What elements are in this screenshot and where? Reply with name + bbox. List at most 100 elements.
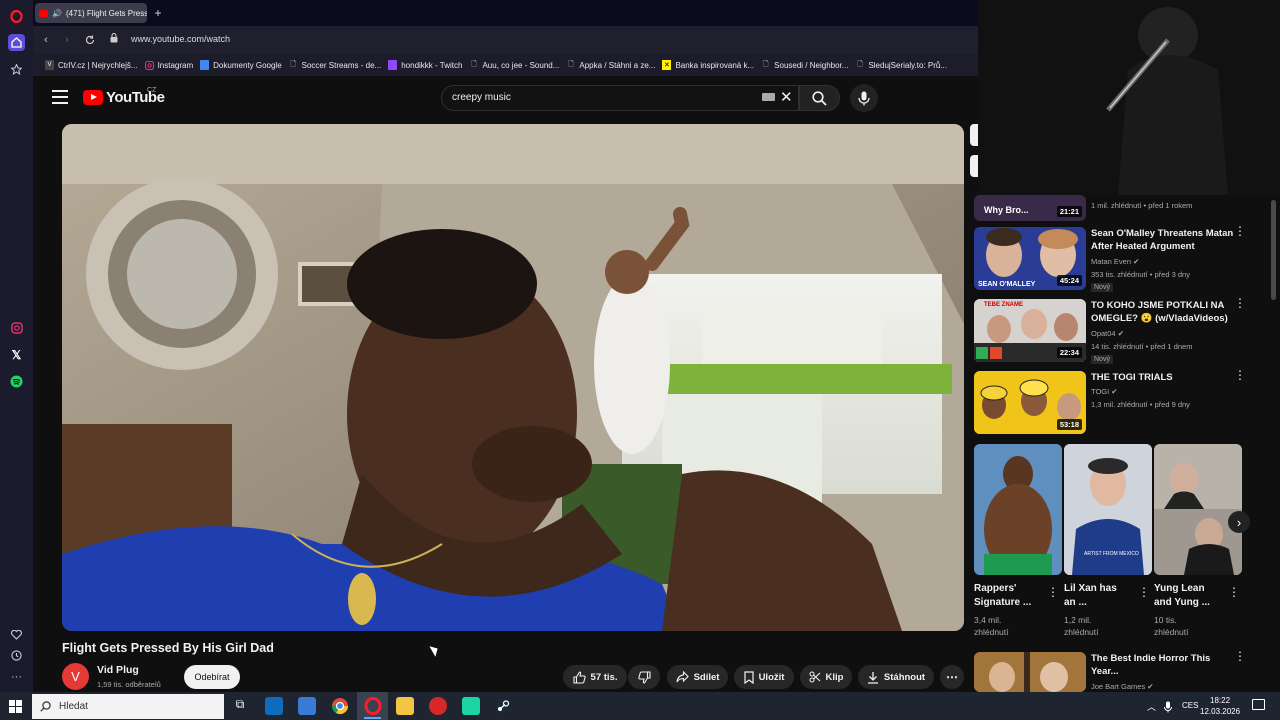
- short-title[interactable]: Yung Lean and Yung ...: [1154, 582, 1210, 610]
- input-language[interactable]: CES: [1182, 701, 1198, 710]
- forward-icon[interactable]: ›: [60, 32, 74, 48]
- video-title[interactable]: Sean O'Malley Threatens Matan After Heate…: [1091, 227, 1233, 253]
- home-icon[interactable]: [8, 34, 25, 51]
- store-icon[interactable]: [298, 697, 316, 715]
- download-button[interactable]: Stáhnout: [858, 665, 934, 689]
- bookmark-item[interactable]: ✕ Banka inspirovaná k...: [662, 60, 754, 70]
- windows-start-icon[interactable]: [9, 700, 22, 718]
- video-thumbnail[interactable]: [974, 652, 1086, 692]
- more-options-icon[interactable]: ⋮: [1234, 225, 1246, 237]
- spotify-icon[interactable]: [8, 373, 25, 390]
- steam-icon[interactable]: [494, 697, 512, 715]
- thumbnail-text: SEAN O'MALLEY: [978, 281, 1036, 288]
- video-thumbnail[interactable]: TEBE ZNAME 22:34: [974, 299, 1086, 362]
- channel-name[interactable]: Vid Plug: [97, 664, 139, 676]
- thumbs-down-icon: [637, 670, 651, 684]
- more-options-icon[interactable]: ⋮: [1234, 369, 1246, 381]
- subscribe-button[interactable]: Odebírat: [184, 665, 240, 689]
- channel-avatar[interactable]: V: [62, 663, 89, 690]
- bookmark-item[interactable]: Instagram: [144, 60, 193, 70]
- bookmark-item[interactable]: 🗋 SledujSerialy.to: Prů...: [855, 60, 947, 70]
- bookmark-item[interactable]: 🗋 Soccer Streams - de...: [289, 60, 381, 70]
- pinboard-icon[interactable]: [8, 61, 25, 78]
- channel-name[interactable]: Matan Even ✔: [1091, 255, 1139, 268]
- channel-name[interactable]: Opat04 ✔: [1091, 327, 1124, 340]
- clear-search-icon[interactable]: ✕: [780, 88, 793, 106]
- picture-in-picture-window[interactable]: [978, 0, 1280, 195]
- more-options-icon[interactable]: ⋮: [1228, 586, 1240, 598]
- task-view-icon[interactable]: ⧉: [231, 697, 249, 715]
- more-options-icon[interactable]: ⋮: [1138, 586, 1150, 598]
- video-title[interactable]: The Best Indie Horror This Year...: [1091, 652, 1210, 678]
- clock[interactable]: 18:22 12.03.2026: [1200, 695, 1240, 717]
- notifications-icon[interactable]: [1252, 699, 1265, 710]
- search-button[interactable]: [799, 85, 840, 111]
- file-explorer-icon[interactable]: [396, 697, 414, 715]
- clip-button[interactable]: Klip: [800, 665, 852, 689]
- url-field[interactable]: www.youtube.com/watch: [131, 34, 230, 44]
- video-duration: 21:21: [1056, 206, 1082, 217]
- bookmark-item[interactable]: 🗋 Appka / Stáhni a ze...: [566, 60, 655, 70]
- menu-icon[interactable]: [52, 90, 68, 104]
- clock-date: 12.03.2026: [1200, 707, 1241, 716]
- more-icon[interactable]: ···: [8, 668, 25, 685]
- more-options-icon[interactable]: ⋮: [1234, 297, 1246, 309]
- speaker-icon[interactable]: 🔊: [52, 9, 62, 18]
- clock-time: 18:22: [1210, 696, 1231, 705]
- outlook-icon[interactable]: [265, 697, 283, 715]
- app-icon[interactable]: [429, 697, 447, 715]
- verified-icon: ✔: [1147, 682, 1154, 691]
- new-tab-button[interactable]: +: [151, 6, 165, 20]
- tray-chevron-icon[interactable]: ︿: [1147, 700, 1156, 713]
- page-icon: 🗋: [290, 60, 296, 68]
- x-icon[interactable]: 𝕏: [8, 346, 25, 363]
- like-button[interactable]: 57 tis.: [563, 665, 627, 689]
- short-title[interactable]: Rappers' Signature ...: [974, 582, 1031, 610]
- search-query[interactable]: creepy music: [452, 92, 511, 103]
- short-thumbnail[interactable]: [974, 444, 1062, 575]
- channel-name[interactable]: TOGI ✔: [1091, 385, 1118, 398]
- bookmark-item[interactable]: V CtrlV.cz | Nejrychlejš...: [45, 60, 138, 70]
- tab-title: (471) Flight Gets Press: [65, 8, 147, 18]
- video-thumbnail[interactable]: 53:18: [974, 371, 1086, 434]
- instagram-icon[interactable]: [8, 319, 25, 336]
- bookmark-item[interactable]: 🗋 Sousedi / Neighbor...: [761, 60, 849, 70]
- more-actions-button[interactable]: ⋯: [940, 665, 964, 689]
- video-title[interactable]: THE TOGI TRIALS: [1091, 371, 1173, 384]
- search-icon: [40, 701, 51, 712]
- tab-youtube[interactable]: 🔊 (471) Flight Gets Press: [35, 3, 147, 23]
- video-title[interactable]: TO KOHO JSME POTKALI NA OMEGLE? 😮 (w/Vlad…: [1091, 299, 1228, 325]
- heart-icon[interactable]: [8, 626, 25, 643]
- video-thumbnail[interactable]: Why Bro... 21:21: [974, 195, 1086, 221]
- sidebar-scrollbar[interactable]: [1271, 200, 1276, 300]
- bookmark-item[interactable]: hondikkk - Twitch: [388, 60, 462, 70]
- keyboard-icon[interactable]: [762, 93, 775, 101]
- bookmark-item[interactable]: Dokumenty Google: [200, 60, 282, 70]
- dislike-button[interactable]: [628, 665, 660, 689]
- pip-video-frame: [978, 0, 1280, 195]
- microphone-tray-icon[interactable]: [1164, 700, 1172, 718]
- shorts-next-button[interactable]: ›: [1228, 511, 1250, 533]
- short-title[interactable]: Lil Xan has an ...: [1064, 582, 1117, 610]
- verified-icon: ✔: [1133, 257, 1140, 266]
- video-player[interactable]: [62, 124, 964, 631]
- taskbar-search-input[interactable]: Hledat: [32, 694, 224, 719]
- reload-icon[interactable]: [83, 32, 97, 48]
- more-options-icon[interactable]: ⋮: [1047, 586, 1059, 598]
- short-thumbnail[interactable]: ARTIST FROM MEXICO: [1064, 444, 1152, 575]
- share-button[interactable]: Sdílet: [667, 665, 728, 689]
- short-thumbnail[interactable]: [1154, 444, 1242, 575]
- lock-icon[interactable]: [110, 32, 120, 45]
- new-badge: Nový: [1091, 355, 1113, 364]
- voice-search-button[interactable]: [850, 84, 878, 112]
- video-thumbnail[interactable]: SEAN O'MALLEY 45:24: [974, 227, 1086, 290]
- more-options-icon[interactable]: ⋮: [1234, 650, 1246, 662]
- bookmark-item[interactable]: 🗋 Auu, co jee - Sound...: [469, 60, 559, 70]
- app-icon[interactable]: [462, 697, 480, 715]
- chrome-icon[interactable]: [331, 697, 349, 715]
- save-button[interactable]: Uložit: [734, 665, 794, 689]
- opera-logo-icon[interactable]: [8, 8, 25, 25]
- history-icon[interactable]: [8, 647, 25, 664]
- opera-icon[interactable]: [364, 697, 382, 715]
- back-icon[interactable]: ‹: [39, 32, 53, 48]
